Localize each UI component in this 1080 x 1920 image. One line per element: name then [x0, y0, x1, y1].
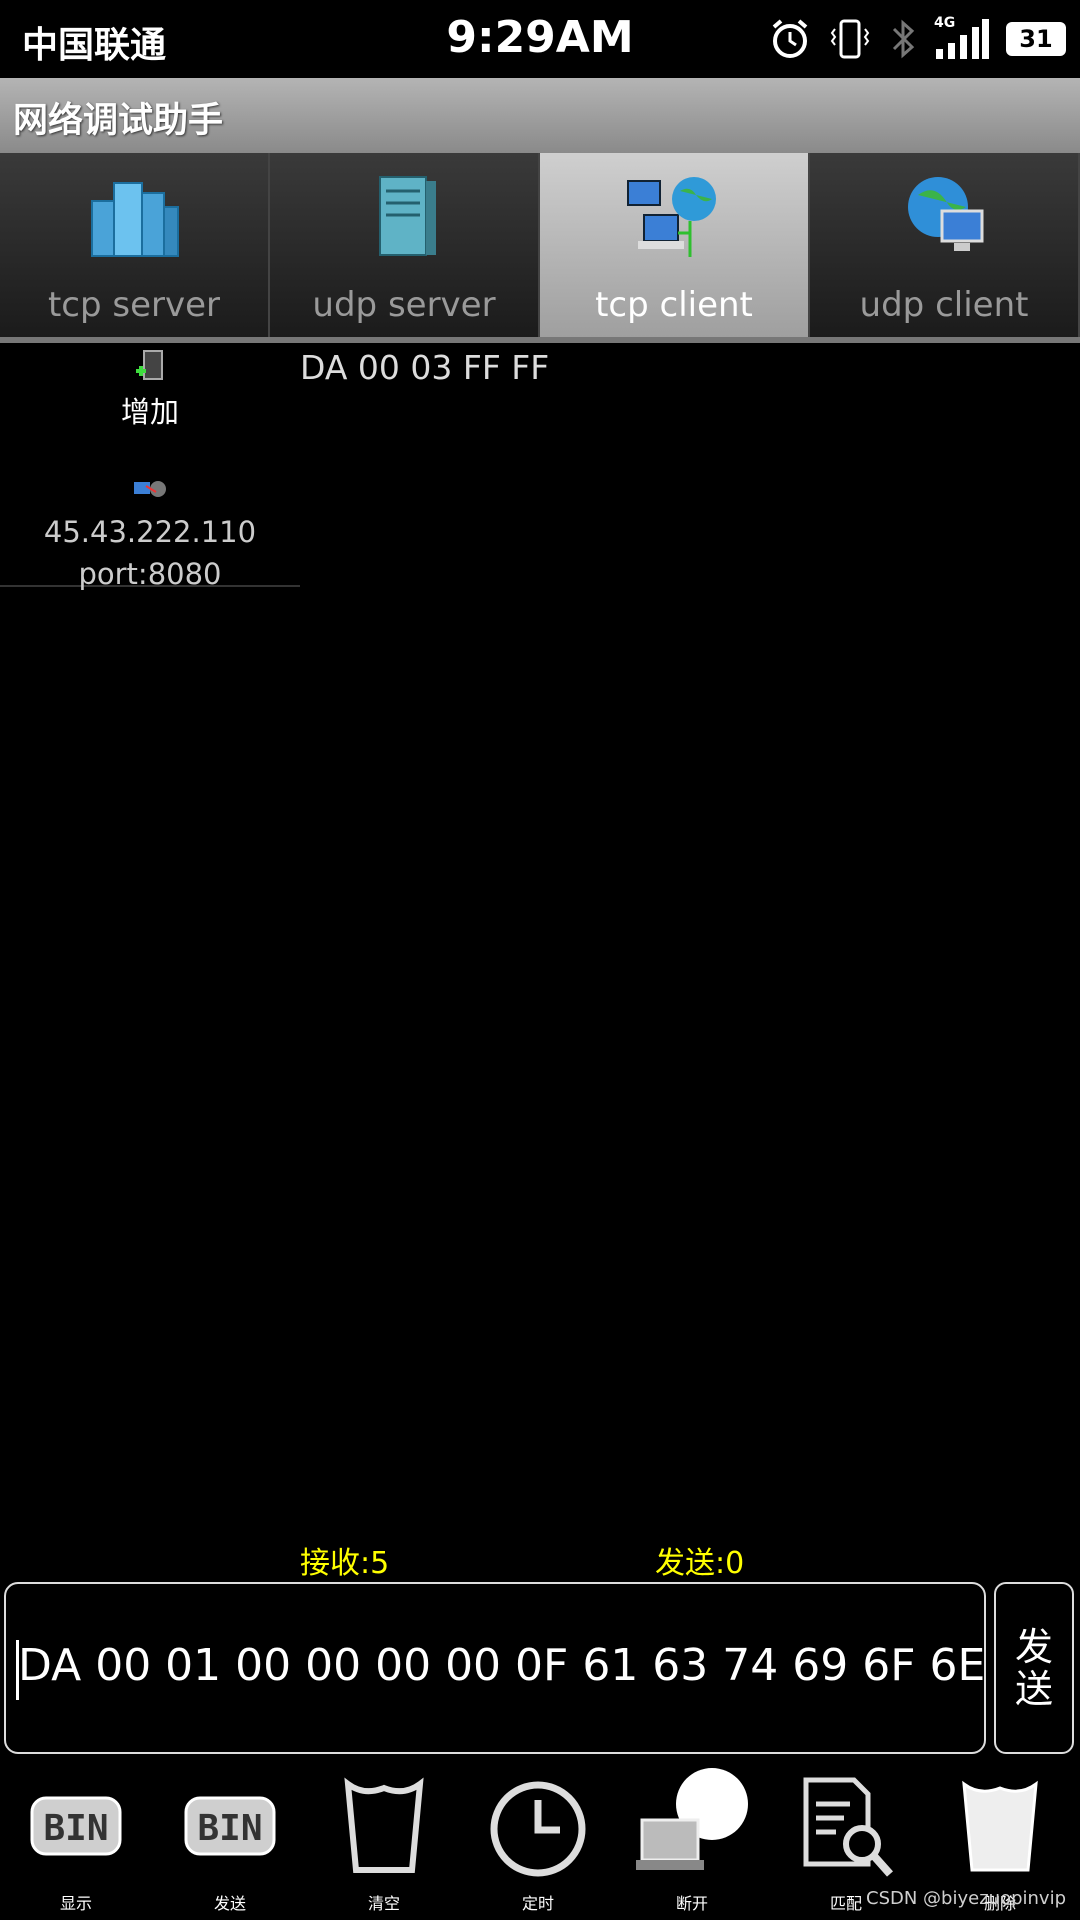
- send-counter: 发送:0: [655, 1546, 745, 1581]
- tab-udp-server[interactable]: udp server: [270, 153, 540, 337]
- send-button[interactable]: 发送: [994, 1582, 1074, 1754]
- bin-text: BIN: [197, 1808, 262, 1849]
- add-connection-label: 增加: [120, 395, 179, 429]
- send-input[interactable]: DA 00 01 00 00 00 00 0F 61 63 74 69 6F 6…: [4, 1582, 986, 1754]
- disconnect-icon: [636, 1768, 748, 1870]
- app-title: 网络调试助手: [13, 101, 224, 141]
- app-title-bar: 网络调试助手: [0, 78, 1080, 155]
- send-bin-button[interactable]: BIN 发送: [160, 1760, 300, 1920]
- send-button-label: 发送: [1014, 1625, 1053, 1711]
- signal-indicator: 4G: [934, 15, 990, 61]
- toolbar-label: 发送: [213, 1894, 246, 1913]
- server-cluster-icon: [91, 182, 179, 257]
- bin-send-icon: BIN: [184, 1796, 276, 1856]
- traffic-counters: 接收:5 发送:0: [0, 1538, 1080, 1584]
- toolbar-label: 断开: [675, 1894, 708, 1913]
- tab-tcp-server[interactable]: tcp server: [0, 153, 270, 337]
- clear-cup-icon: [344, 1777, 424, 1873]
- timer-button[interactable]: 定时: [468, 1760, 608, 1920]
- watermark: CSDN @biyezuopinvip: [866, 1888, 1066, 1909]
- connected-client-icon: [134, 481, 166, 497]
- tab-label: udp server: [312, 285, 496, 325]
- connection-panel: 增加 45.43.222.110 port:8080: [0, 343, 300, 591]
- add-connection-button[interactable]: 增加: [0, 343, 300, 431]
- tab-udp-client[interactable]: udp client: [810, 153, 1080, 337]
- vibrate-icon: [830, 19, 870, 59]
- search-document-icon: [803, 1777, 893, 1877]
- globe-computer-icon: [908, 177, 984, 251]
- toolbar-label: 定时: [521, 1894, 554, 1913]
- add-server-icon: [136, 350, 163, 380]
- disconnect-button[interactable]: 断开: [622, 1760, 762, 1920]
- status-bar: 中国联通 9:29AM 4G 31: [0, 0, 1080, 78]
- alarm-icon: [772, 19, 808, 58]
- battery-indicator: 31: [1006, 22, 1066, 56]
- clock-icon: [490, 1781, 586, 1877]
- connection-item[interactable]: 45.43.222.110 port:8080: [0, 469, 300, 595]
- bluetooth-icon: [892, 19, 915, 59]
- network-globe-icon: [627, 177, 716, 257]
- battery-level: 31: [1019, 25, 1053, 53]
- mode-tabs: tcp server udp server tcp client udp cli…: [0, 153, 1080, 337]
- display-bin-button[interactable]: BIN 显示: [6, 1760, 146, 1920]
- bin-display-icon: BIN: [30, 1796, 122, 1856]
- connection-ip: 45.43.222.110: [43, 515, 257, 549]
- connection-port: port:8080: [78, 557, 222, 591]
- tab-label: udp client: [859, 285, 1029, 325]
- clear-button[interactable]: 清空: [314, 1760, 454, 1920]
- toolbar-label: 清空: [367, 1894, 400, 1913]
- server-tower-icon: [379, 176, 436, 256]
- tab-tcp-client[interactable]: tcp client: [540, 153, 810, 337]
- signal-icon: [936, 19, 989, 59]
- bin-text: BIN: [43, 1808, 108, 1849]
- tab-label: tcp server: [47, 285, 221, 325]
- receive-counter: 接收:5: [300, 1546, 390, 1581]
- send-input-value: DA 00 01 00 00 00 00 0F 61 63 74 69 6F 6…: [18, 1640, 986, 1691]
- toolbar-label: 显示: [59, 1894, 92, 1913]
- tab-label: tcp client: [595, 285, 753, 325]
- status-icons: 4G 31: [768, 14, 1066, 64]
- received-data: DA 00 03 FF FF: [300, 348, 550, 387]
- delete-cup-icon: [962, 1780, 1038, 1872]
